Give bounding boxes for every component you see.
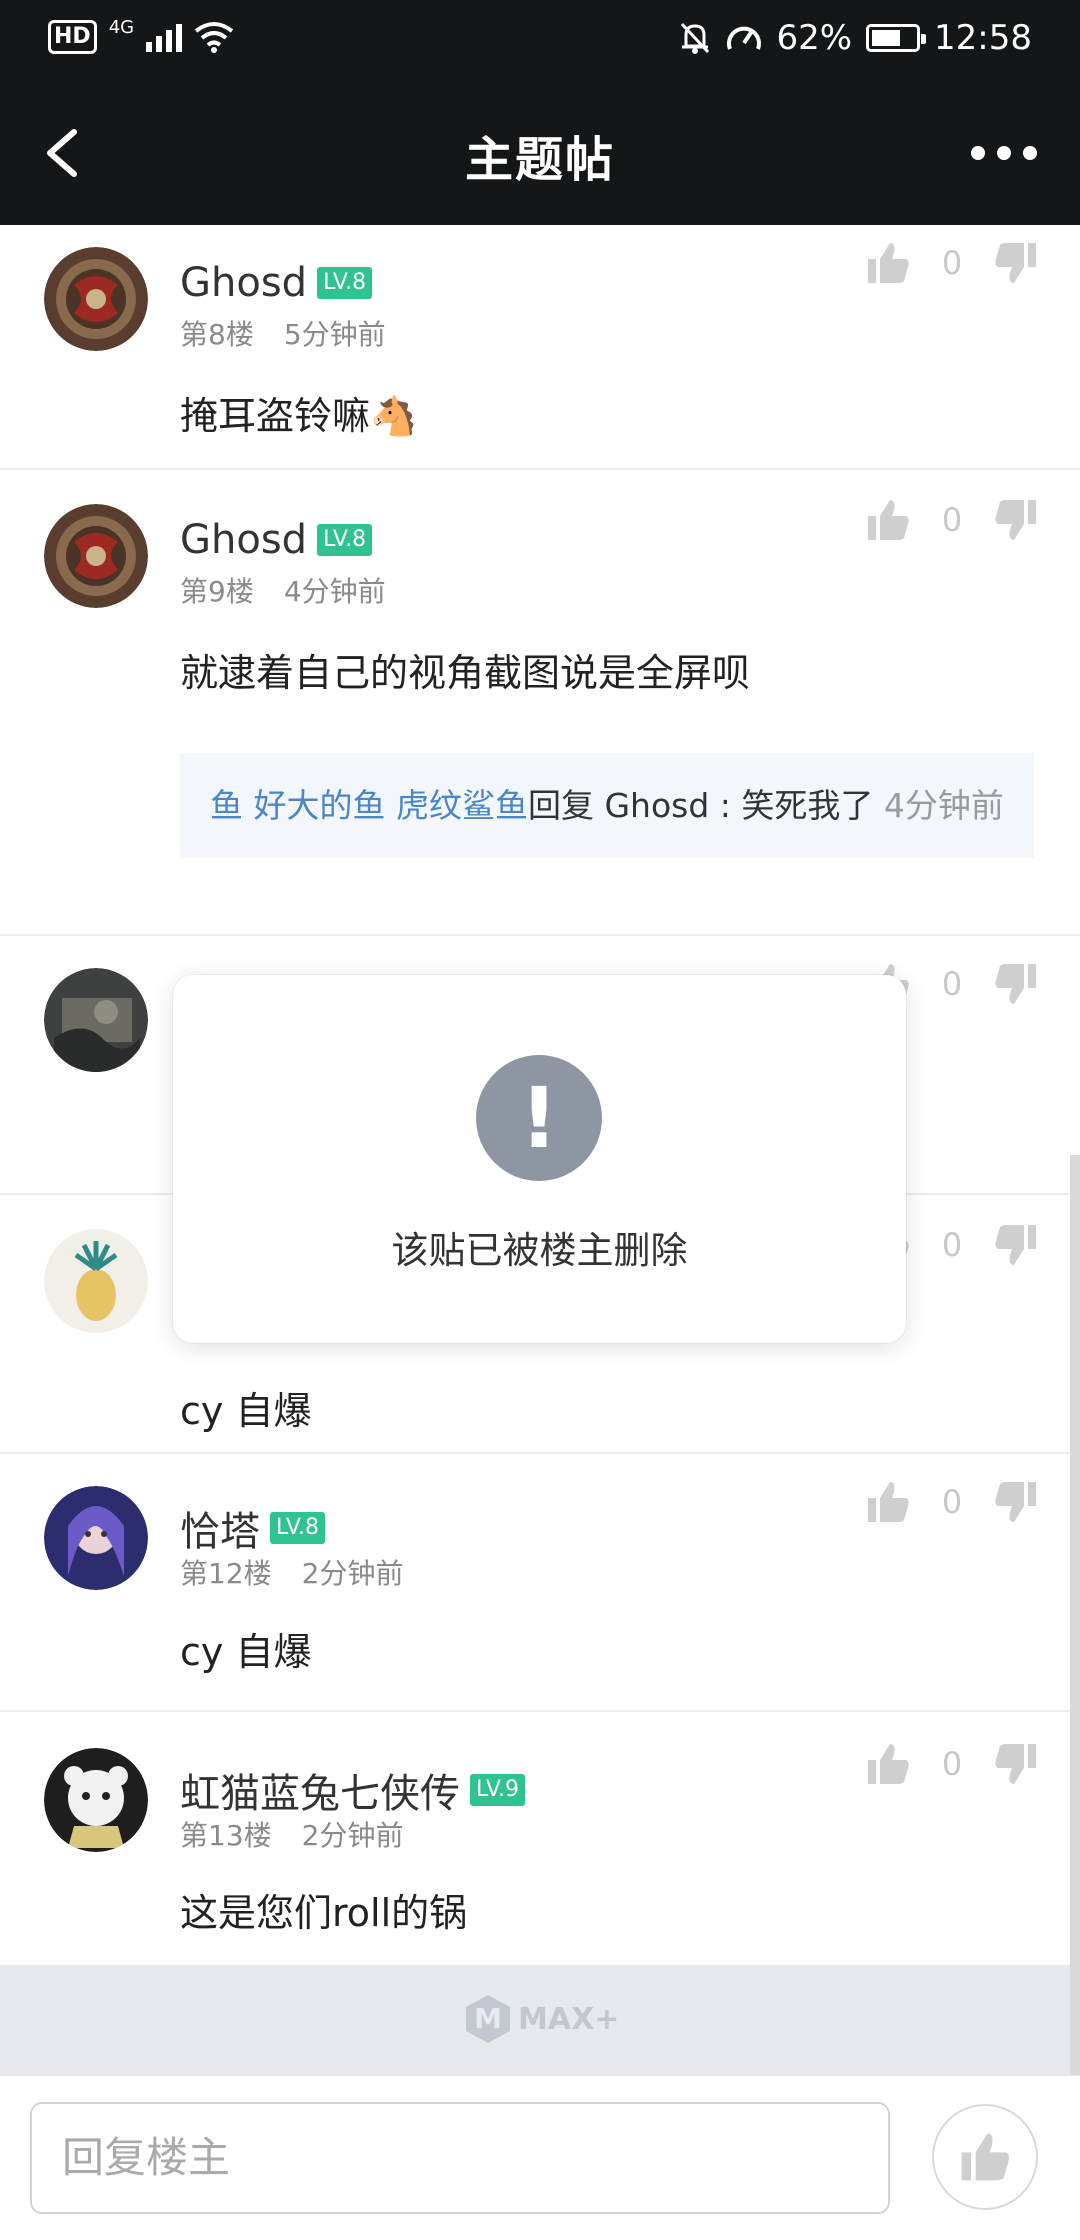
username-row[interactable]: Ghosd LV.8: [180, 260, 373, 306]
avatar[interactable]: [44, 968, 148, 1072]
post-body: 掩耳盗铃嘛🐴: [180, 385, 417, 440]
more-dot-icon: [1023, 146, 1037, 160]
floor-number: 第12楼: [180, 1557, 272, 1590]
post-text: cy 自爆: [180, 1630, 312, 1674]
username-row[interactable]: 虹猫蓝兔七侠传 LV.9: [180, 1761, 526, 1819]
post-time: 5分钟前: [283, 318, 386, 351]
vote-controls: 0: [864, 1740, 1040, 1788]
more-button[interactable]: [954, 128, 1054, 178]
top-bar: 主题帖: [0, 80, 1080, 225]
post-text: 这是您们roll的锅: [180, 1891, 468, 1935]
post-item: 恰塔 LV.8 第12楼 2分钟前 cy 自爆 0: [0, 1454, 1080, 1712]
post-time: 2分钟前: [301, 1557, 404, 1590]
hd-indicator: HD: [48, 20, 97, 54]
reply-time: 4分钟前: [883, 786, 1004, 825]
battery-icon: [866, 24, 927, 52]
level-badge: LV.8: [317, 524, 373, 556]
battery-percent: 62%: [776, 18, 853, 58]
level-badge: LV.8: [270, 1512, 326, 1544]
avatar[interactable]: [44, 504, 148, 608]
thumbs-up-icon: [961, 2133, 1010, 2181]
like-count: 0: [941, 965, 963, 1003]
toast-message: 该贴已被楼主删除: [391, 1229, 688, 1272]
vote-controls: 0: [864, 239, 1040, 287]
max-logo-text: MAX+: [518, 2001, 620, 2037]
floor-number: 第9楼: [180, 575, 254, 608]
post-text: cy 自爆: [180, 1389, 312, 1433]
avatar[interactable]: [44, 1229, 148, 1333]
floor-number: 第13楼: [180, 1819, 272, 1852]
post-meta: 第13楼 2分钟前: [180, 1814, 433, 1854]
post-meta: 第9楼 4分钟前: [180, 570, 416, 610]
clock: 12:58: [934, 18, 1032, 58]
thumbs-up-icon[interactable]: [864, 1740, 912, 1788]
speedometer-icon: [727, 26, 762, 50]
max-logo-icon: M: [466, 1995, 510, 2043]
username[interactable]: Ghosd: [180, 517, 307, 563]
level-badge: LV.9: [470, 1774, 526, 1806]
mute-bell-icon: [681, 22, 710, 54]
username[interactable]: 虹猫蓝兔七侠传: [180, 1761, 460, 1819]
post-time: 4分钟前: [283, 575, 386, 608]
thumbs-down-icon[interactable]: [992, 1740, 1040, 1788]
deleted-toast: ! 该贴已被楼主删除: [173, 975, 906, 1343]
wifi-icon: [194, 22, 234, 53]
username-row[interactable]: 恰塔 LV.8: [180, 1499, 326, 1557]
post-text: 掩耳盗铃嘛: [180, 394, 371, 438]
warning-icon: !: [476, 1055, 602, 1181]
post-meta: 第8楼 5分钟前: [180, 313, 416, 353]
like-count: 0: [941, 1483, 963, 1521]
more-dot-icon: [971, 146, 985, 160]
status-bar: HD 4G 62% 12:58: [0, 0, 1080, 80]
username-row[interactable]: Ghosd LV.8: [180, 517, 373, 563]
thumbs-down-icon[interactable]: [992, 496, 1040, 544]
reply-input[interactable]: 回复楼主: [30, 2102, 890, 2214]
thumbs-down-icon[interactable]: [992, 960, 1040, 1008]
max-logo: M MAX+: [466, 1995, 619, 2043]
vote-controls: 0: [864, 1478, 1040, 1526]
like-post-button[interactable]: [932, 2104, 1038, 2210]
thumbs-up-icon[interactable]: [864, 239, 912, 287]
post-item: Ghosd LV.8 第9楼 4分钟前 就逮着自己的视角截图说是全屏呗 鱼 好大的…: [0, 470, 1080, 936]
bottom-reply-bar: 回复楼主: [0, 2075, 1080, 2240]
post-item: 虹猫蓝兔七侠传 LV.9 第13楼 2分钟前 这是您们roll的锅 0: [0, 1712, 1080, 1965]
reply-text: 回复 Ghosd : 笑死我了: [527, 786, 884, 825]
horse-emoji: 🐴: [370, 394, 418, 438]
post-item: Ghosd LV.8 第8楼 5分钟前 掩耳盗铃嘛🐴 0: [0, 225, 1080, 470]
avatar[interactable]: [44, 247, 148, 351]
more-dot-icon: [997, 146, 1011, 160]
status-right: 62% 12:58: [678, 18, 1032, 58]
thumbs-up-icon[interactable]: [864, 496, 912, 544]
post-text: 就逮着自己的视角截图说是全屏呗: [180, 651, 751, 695]
network-type: 4G: [108, 16, 135, 38]
status-left: HD 4G: [48, 16, 234, 54]
avatar[interactable]: [44, 1486, 148, 1590]
thumbs-up-icon[interactable]: [864, 1478, 912, 1526]
thumbs-down-icon[interactable]: [992, 1478, 1040, 1526]
like-count: 0: [941, 244, 963, 282]
username[interactable]: 恰塔: [180, 1499, 260, 1557]
thumbs-down-icon[interactable]: [992, 239, 1040, 287]
like-count: 0: [941, 501, 963, 539]
signal-icon: [146, 22, 183, 52]
page-title: 主题帖: [464, 132, 615, 188]
like-count: 0: [941, 1745, 963, 1783]
username[interactable]: Ghosd: [180, 260, 307, 306]
vote-controls: 0: [864, 496, 1040, 544]
post-time: 2分钟前: [301, 1819, 404, 1852]
like-count: 0: [941, 1226, 963, 1264]
avatar[interactable]: [44, 1748, 148, 1852]
scrollbar[interactable]: [1070, 1155, 1080, 2075]
footer-band: M MAX+: [0, 1965, 1080, 2075]
sub-reply[interactable]: 鱼 好大的鱼 虎纹鲨鱼回复 Ghosd : 笑死我了 4分钟前: [180, 753, 1034, 858]
post-meta: 第12楼 2分钟前: [180, 1552, 433, 1592]
reply-author-link[interactable]: 鱼 好大的鱼 虎纹鲨鱼: [210, 786, 528, 825]
level-badge: LV.8: [317, 267, 373, 299]
floor-number: 第8楼: [180, 318, 254, 351]
thumbs-down-icon[interactable]: [992, 1221, 1040, 1269]
